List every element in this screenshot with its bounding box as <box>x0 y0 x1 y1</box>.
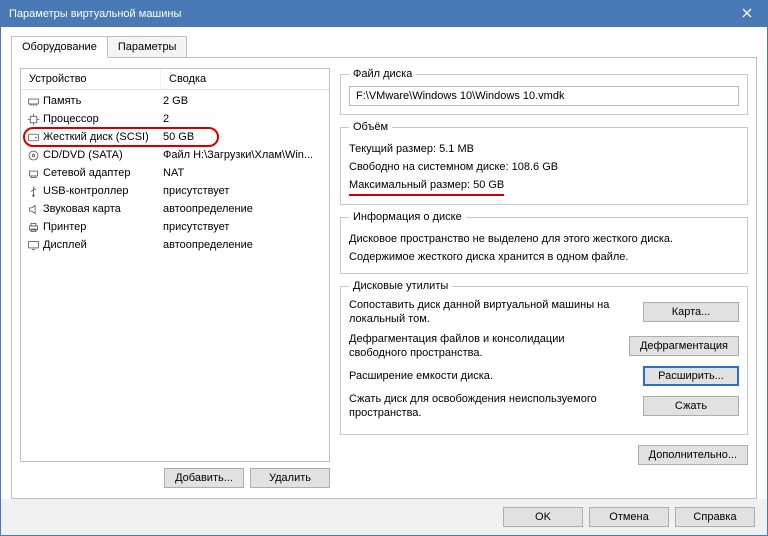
legend-disk-file: Файл диска <box>349 68 416 80</box>
device-name: Процессор <box>41 113 159 125</box>
legend-disk-info: Информация о диске <box>349 211 466 223</box>
device-name: Дисплей <box>41 239 159 251</box>
util-defrag-row: Дефрагментация файлов и консолидации сво… <box>349 332 739 360</box>
cpu-icon <box>25 113 41 126</box>
usb-icon <box>25 185 41 198</box>
display-icon <box>25 239 41 252</box>
device-summary: Файл H:\Загрузки\Хлам\Win... <box>159 149 325 161</box>
advanced-row: Дополнительно... <box>340 445 748 465</box>
util-expand-text: Расширение емкости диска. <box>349 369 637 383</box>
remove-button[interactable]: Удалить <box>250 468 330 488</box>
diskinfo-line1: Дисковое пространство не выделено для эт… <box>349 231 739 247</box>
device-summary: 2 GB <box>159 95 325 107</box>
device-rows: Память2 GBПроцессор2Жесткий диск (SCSI)5… <box>21 90 329 461</box>
titlebar: Параметры виртуальной машины <box>1 1 767 27</box>
device-name: USB-контроллер <box>41 185 159 197</box>
map-button[interactable]: Карта... <box>643 302 739 322</box>
device-summary: присутствует <box>159 185 325 197</box>
vm-settings-window: Параметры виртуальной машины Оборудовани… <box>0 0 768 536</box>
device-name: Память <box>41 95 159 107</box>
close-button[interactable] <box>727 1 767 27</box>
device-row[interactable]: Дисплейавтоопределение <box>21 236 329 254</box>
help-button[interactable]: Справка <box>675 507 755 527</box>
net-icon <box>25 167 41 180</box>
expand-button[interactable]: Расширить... <box>643 366 739 386</box>
device-row[interactable]: Память2 GB <box>21 92 329 110</box>
capacity-max-row: Максимальный размер: 50 GB <box>349 177 739 196</box>
add-button[interactable]: Добавить... <box>164 468 244 488</box>
device-row[interactable]: Жесткий диск (SCSI)50 GB <box>21 128 329 146</box>
cd-icon <box>25 149 41 162</box>
fieldset-disk-file: Файл диска <box>340 68 748 115</box>
device-summary: присутствует <box>159 221 325 233</box>
capacity-max-label: Максимальный размер: <box>349 179 470 191</box>
tab-options[interactable]: Параметры <box>107 36 188 58</box>
tab-hardware[interactable]: Оборудование <box>11 36 108 58</box>
disk-file-input[interactable] <box>349 86 739 106</box>
fieldset-capacity: Объём Текущий размер: 5.1 MB Свободно на… <box>340 121 748 205</box>
left-column: Устройство Сводка Память2 GBПроцессор2Же… <box>20 68 330 488</box>
device-summary: автоопределение <box>159 203 325 215</box>
col-summary: Сводка <box>161 69 329 90</box>
memory-icon <box>25 95 41 108</box>
hardware-panel: Устройство Сводка Память2 GBПроцессор2Же… <box>11 57 757 499</box>
tabstrip: Оборудование Параметры <box>11 36 757 58</box>
close-icon <box>742 8 752 21</box>
legend-utilities: Дисковые утилиты <box>349 280 452 292</box>
device-row[interactable]: CD/DVD (SATA)Файл H:\Загрузки\Хлам\Win..… <box>21 146 329 164</box>
content-area: Оборудование Параметры Устройство Сводка… <box>1 27 767 499</box>
fieldset-utilities: Дисковые утилиты Сопоставить диск данной… <box>340 280 748 435</box>
util-map-text: Сопоставить диск данной виртуальной маши… <box>349 298 637 326</box>
defrag-button[interactable]: Дефрагментация <box>629 336 739 356</box>
cancel-button[interactable]: Отмена <box>589 507 669 527</box>
device-row[interactable]: Принтерприсутствует <box>21 218 329 236</box>
printer-icon <box>25 221 41 234</box>
diskinfo-line2: Содержимое жесткого диска хранится в одн… <box>349 249 739 265</box>
device-name: Звуковая карта <box>41 203 159 215</box>
device-name: Жесткий диск (SCSI) <box>41 131 159 143</box>
hdd-icon <box>25 131 41 144</box>
compact-button[interactable]: Сжать <box>643 396 739 416</box>
window-title: Параметры виртуальной машины <box>9 8 727 20</box>
right-column: Файл диска Объём Текущий размер: 5.1 MB … <box>340 68 748 488</box>
device-name: Принтер <box>41 221 159 233</box>
device-row[interactable]: USB-контроллерприсутствует <box>21 182 329 200</box>
advanced-button[interactable]: Дополнительно... <box>638 445 748 465</box>
capacity-free: Свободно на системном диске: 108.6 GB <box>349 159 739 175</box>
capacity-max-value: 50 GB <box>473 179 504 191</box>
device-row[interactable]: Звуковая картаавтоопределение <box>21 200 329 218</box>
left-buttons: Добавить... Удалить <box>20 468 330 488</box>
util-compact-row: Сжать диск для освобождения неиспользуем… <box>349 392 739 420</box>
col-device: Устройство <box>21 69 161 90</box>
device-name: Сетевой адаптер <box>41 167 159 179</box>
capacity-current: Текущий размер: 5.1 MB <box>349 141 739 157</box>
sound-icon <box>25 203 41 216</box>
util-compact-text: Сжать диск для освобождения неиспользуем… <box>349 392 637 420</box>
device-summary: 2 <box>159 113 325 125</box>
device-row[interactable]: Процессор2 <box>21 110 329 128</box>
dialog-buttons: OK Отмена Справка <box>1 499 767 535</box>
util-defrag-text: Дефрагментация файлов и консолидации сво… <box>349 332 623 360</box>
device-summary: автоопределение <box>159 239 325 251</box>
device-list[interactable]: Устройство Сводка Память2 GBПроцессор2Же… <box>20 68 330 462</box>
device-row[interactable]: Сетевой адаптерNAT <box>21 164 329 182</box>
fieldset-disk-info: Информация о диске Дисковое пространство… <box>340 211 748 274</box>
device-name: CD/DVD (SATA) <box>41 149 159 161</box>
device-summary: 50 GB <box>159 131 325 143</box>
device-summary: NAT <box>159 167 325 179</box>
util-expand-row: Расширение емкости диска. Расширить... <box>349 366 739 386</box>
device-list-header: Устройство Сводка <box>21 69 329 90</box>
legend-capacity: Объём <box>349 121 392 133</box>
ok-button[interactable]: OK <box>503 507 583 527</box>
util-map-row: Сопоставить диск данной виртуальной маши… <box>349 298 739 326</box>
